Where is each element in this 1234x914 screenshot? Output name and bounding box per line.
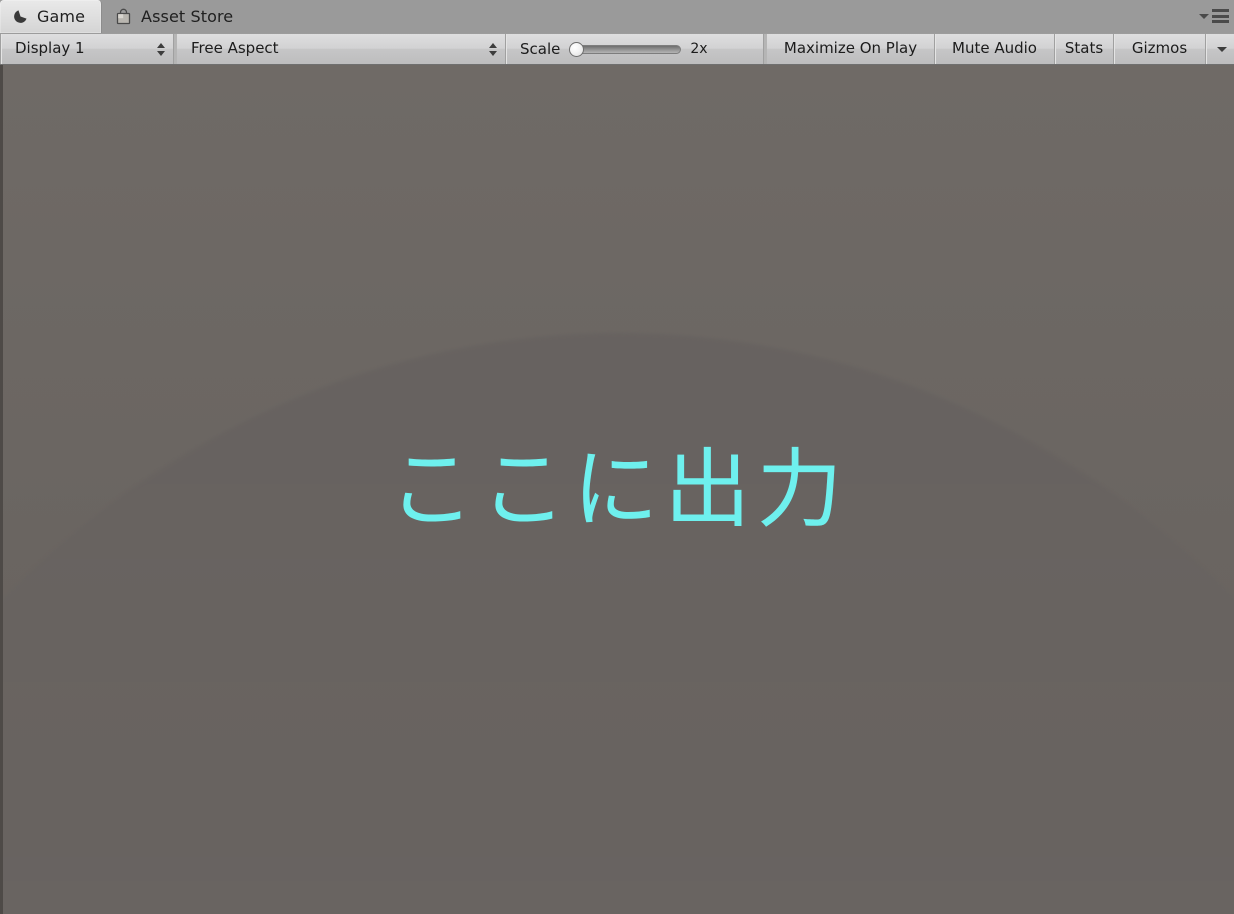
chevron-down-icon: [1217, 46, 1227, 52]
display-popup[interactable]: Display 1: [1, 34, 173, 64]
aspect-popup[interactable]: Free Aspect: [177, 34, 505, 64]
tab-game[interactable]: Game: [0, 0, 103, 33]
scale-control[interactable]: Scale 2x: [506, 34, 763, 64]
tab-game-label: Game: [37, 7, 86, 26]
gizmos-label: Gizmos: [1131, 39, 1188, 57]
scale-slider-track: [577, 44, 682, 54]
gizmos-dropdown-button[interactable]: [1206, 34, 1234, 64]
maximize-on-play-label: Maximize On Play: [783, 39, 918, 57]
scale-label: Scale: [520, 40, 561, 58]
asset-store-bag-icon: [115, 8, 132, 25]
display-popup-label: Display 1: [15, 39, 85, 57]
game-view-toolbar: Display 1 Free Aspect Scale 2x Maximize …: [0, 33, 1234, 65]
hamburger-icon: [1212, 9, 1229, 23]
gizmos-button[interactable]: Gizmos: [1114, 34, 1205, 64]
stepper-updown-icon: [157, 42, 166, 57]
tab-asset-store-label: Asset Store: [141, 7, 234, 26]
game-view-icon: [13, 9, 28, 24]
game-view-render-area[interactable]: ここに出力: [0, 65, 1234, 914]
mute-audio-button[interactable]: Mute Audio: [935, 34, 1054, 64]
panel-menu-icon[interactable]: [1199, 9, 1229, 23]
scale-slider-knob[interactable]: [569, 41, 585, 57]
maximize-on-play-button[interactable]: Maximize On Play: [767, 34, 934, 64]
stats-button[interactable]: Stats: [1055, 34, 1113, 64]
scale-slider[interactable]: [569, 41, 682, 57]
stats-label: Stats: [1064, 39, 1104, 57]
chevron-down-icon: [1199, 14, 1209, 19]
tab-bar: Game Asset Store: [0, 0, 1234, 33]
stepper-updown-icon: [489, 42, 498, 57]
mute-audio-label: Mute Audio: [952, 39, 1037, 57]
unity-game-window: Game Asset Store Display 1 Free Aspect S…: [0, 0, 1234, 914]
aspect-popup-label: Free Aspect: [191, 39, 279, 57]
scale-value: 2x: [690, 41, 708, 57]
game-overlay-text: ここに出力: [388, 440, 849, 540]
tab-asset-store[interactable]: Asset Store: [102, 0, 249, 33]
tab-strip: Game Asset Store: [0, 0, 249, 33]
